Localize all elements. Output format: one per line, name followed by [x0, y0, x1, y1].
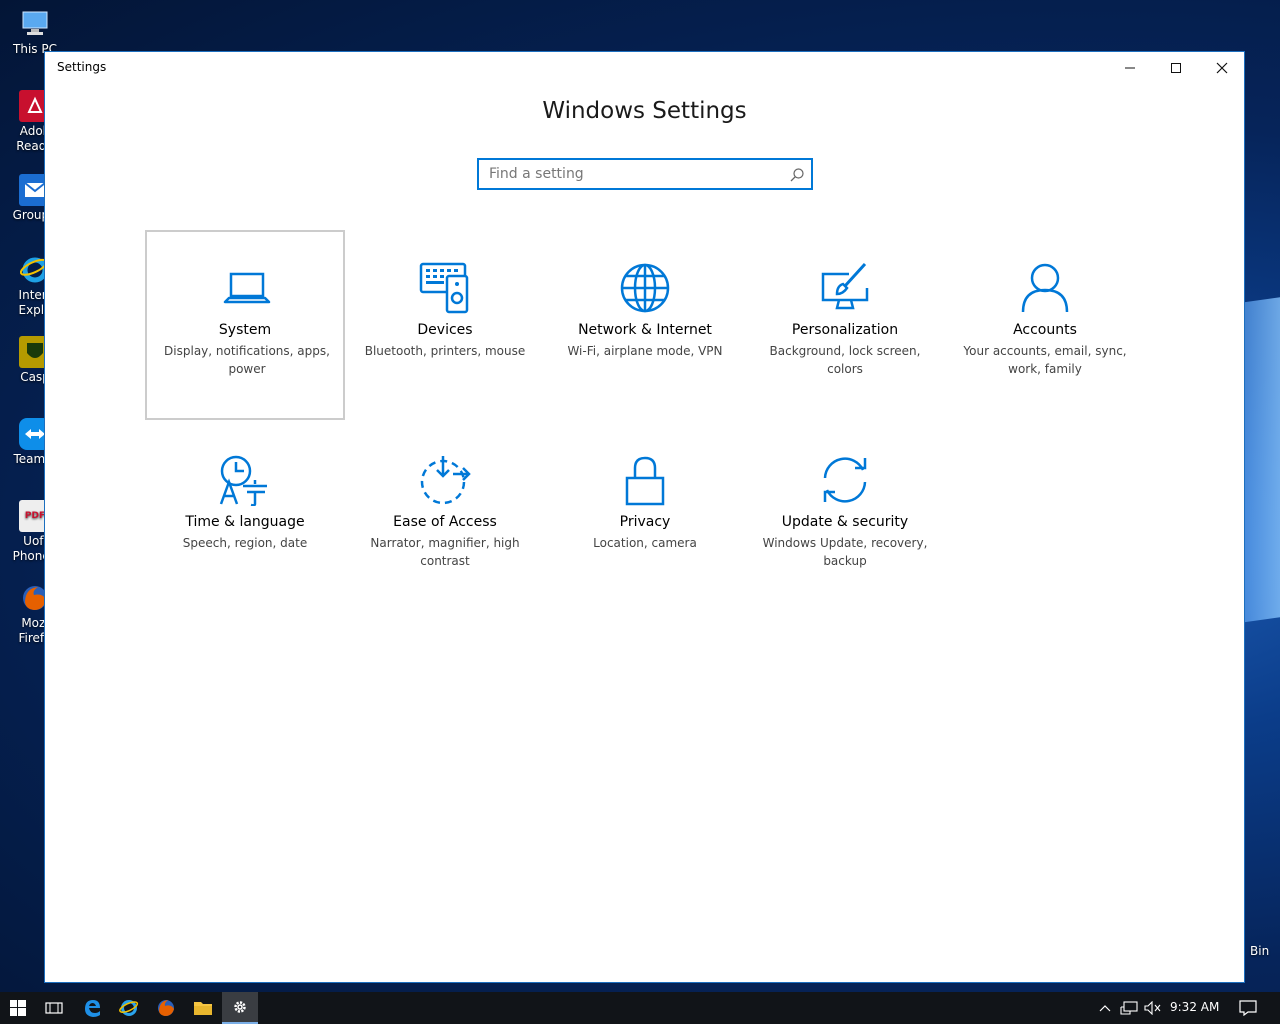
taskbar: 9:32 AM [0, 992, 1280, 1024]
tray-network[interactable] [1118, 992, 1140, 1024]
tile-name: Time & language [185, 514, 305, 530]
settings-window: Settings Windows Settings Find a setting… [44, 51, 1245, 983]
tile-time-language[interactable]: Time & language Speech, region, date [145, 422, 345, 612]
tile-system[interactable]: System Display, notifications, apps, pow… [145, 230, 345, 420]
tile-desc: Background, lock screen, colors [769, 344, 921, 376]
file-explorer-icon [194, 1002, 212, 1015]
network-icon [1120, 1001, 1138, 1015]
tile-ease-of-access[interactable]: Ease of Access Narrator, magnifier, high… [345, 422, 545, 612]
title-bar[interactable]: Settings [45, 52, 1244, 84]
sync-icon [823, 457, 867, 503]
tile-name: Devices [417, 322, 473, 338]
tile-desc: Display, notifications, apps, power [164, 344, 330, 376]
laptop-icon [223, 272, 271, 304]
task-view-button[interactable] [36, 992, 72, 1024]
desktop-icon-this-pc[interactable]: This PC [4, 8, 66, 57]
maximize-icon [1171, 63, 1181, 73]
windows-logo-icon [10, 1000, 26, 1016]
taskbar-settings[interactable] [222, 992, 258, 1024]
tray-overflow-button[interactable] [1094, 992, 1116, 1024]
tile-network-internet[interactable]: Network & Internet Wi-Fi, airplane mode,… [545, 230, 745, 420]
start-button[interactable] [0, 992, 36, 1024]
tile-accounts[interactable]: Accounts Your accounts, email, sync, wor… [945, 230, 1145, 420]
taskbar-file-explorer[interactable] [185, 992, 221, 1024]
notification-icon [1239, 1000, 1257, 1016]
tile-desc: Wi-Fi, airplane mode, VPN [567, 344, 723, 358]
tile-desc: Windows Update, recovery, backup [762, 536, 928, 568]
window-title: Settings [57, 60, 107, 74]
tile-name: Accounts [1013, 322, 1077, 338]
minimize-button[interactable] [1107, 52, 1153, 84]
tile-update-security[interactable]: Update & security Windows Update, recove… [745, 422, 945, 612]
ease-of-access-icon [420, 456, 471, 505]
close-button[interactable] [1199, 52, 1245, 84]
search-placeholder: Find a setting [489, 166, 584, 182]
clock[interactable]: 9:32 AM [1170, 1000, 1219, 1014]
personalization-icon [821, 262, 869, 310]
tile-desc: Narrator, magnifier, high contrast [370, 536, 520, 568]
globe-icon [620, 263, 670, 313]
settings-gear-icon [234, 1001, 246, 1013]
devices-icon [419, 262, 469, 314]
computer-icon [19, 8, 51, 40]
tile-desc: Speech, region, date [182, 536, 308, 550]
action-center-button[interactable] [1236, 992, 1260, 1024]
volume-muted-icon [1144, 1001, 1161, 1015]
person-icon [1021, 263, 1069, 313]
tile-name: Network & Internet [578, 322, 712, 338]
tile-desc: Your accounts, email, sync, work, family [963, 344, 1127, 376]
tile-desc: Location, camera [593, 536, 697, 550]
taskbar-edge[interactable] [74, 992, 110, 1024]
page-title: Windows Settings [542, 98, 747, 124]
taskbar-firefox[interactable] [148, 992, 184, 1024]
minimize-icon [1125, 67, 1135, 69]
search-icon[interactable] [789, 167, 805, 183]
task-view-icon [45, 1002, 63, 1014]
tile-personalization[interactable]: Personalization Background, lock screen,… [745, 230, 945, 420]
tile-name: Personalization [791, 322, 899, 338]
time-language-icon [219, 455, 267, 506]
tray-volume[interactable] [1142, 992, 1164, 1024]
tile-desc: Bluetooth, printers, mouse [364, 344, 526, 358]
tile-privacy[interactable]: Privacy Location, camera [545, 422, 745, 612]
internet-explorer-icon [119, 1000, 139, 1016]
search-input[interactable]: Find a setting [477, 158, 813, 190]
tile-name: Ease of Access [393, 514, 497, 530]
tile-name: System [218, 322, 272, 338]
recycle-bin-label[interactable]: Bin [1250, 944, 1269, 958]
taskbar-internet-explorer[interactable] [111, 992, 147, 1024]
edge-icon [85, 1000, 100, 1017]
tile-name: Privacy [619, 514, 671, 530]
chevron-up-icon [1099, 1005, 1111, 1012]
tile-devices[interactable]: Devices Bluetooth, printers, mouse [345, 230, 545, 420]
lock-icon [625, 456, 665, 506]
close-icon [1216, 62, 1228, 74]
maximize-button[interactable] [1153, 52, 1199, 84]
tile-name: Update & security [781, 514, 909, 530]
firefox-icon [158, 1000, 174, 1016]
